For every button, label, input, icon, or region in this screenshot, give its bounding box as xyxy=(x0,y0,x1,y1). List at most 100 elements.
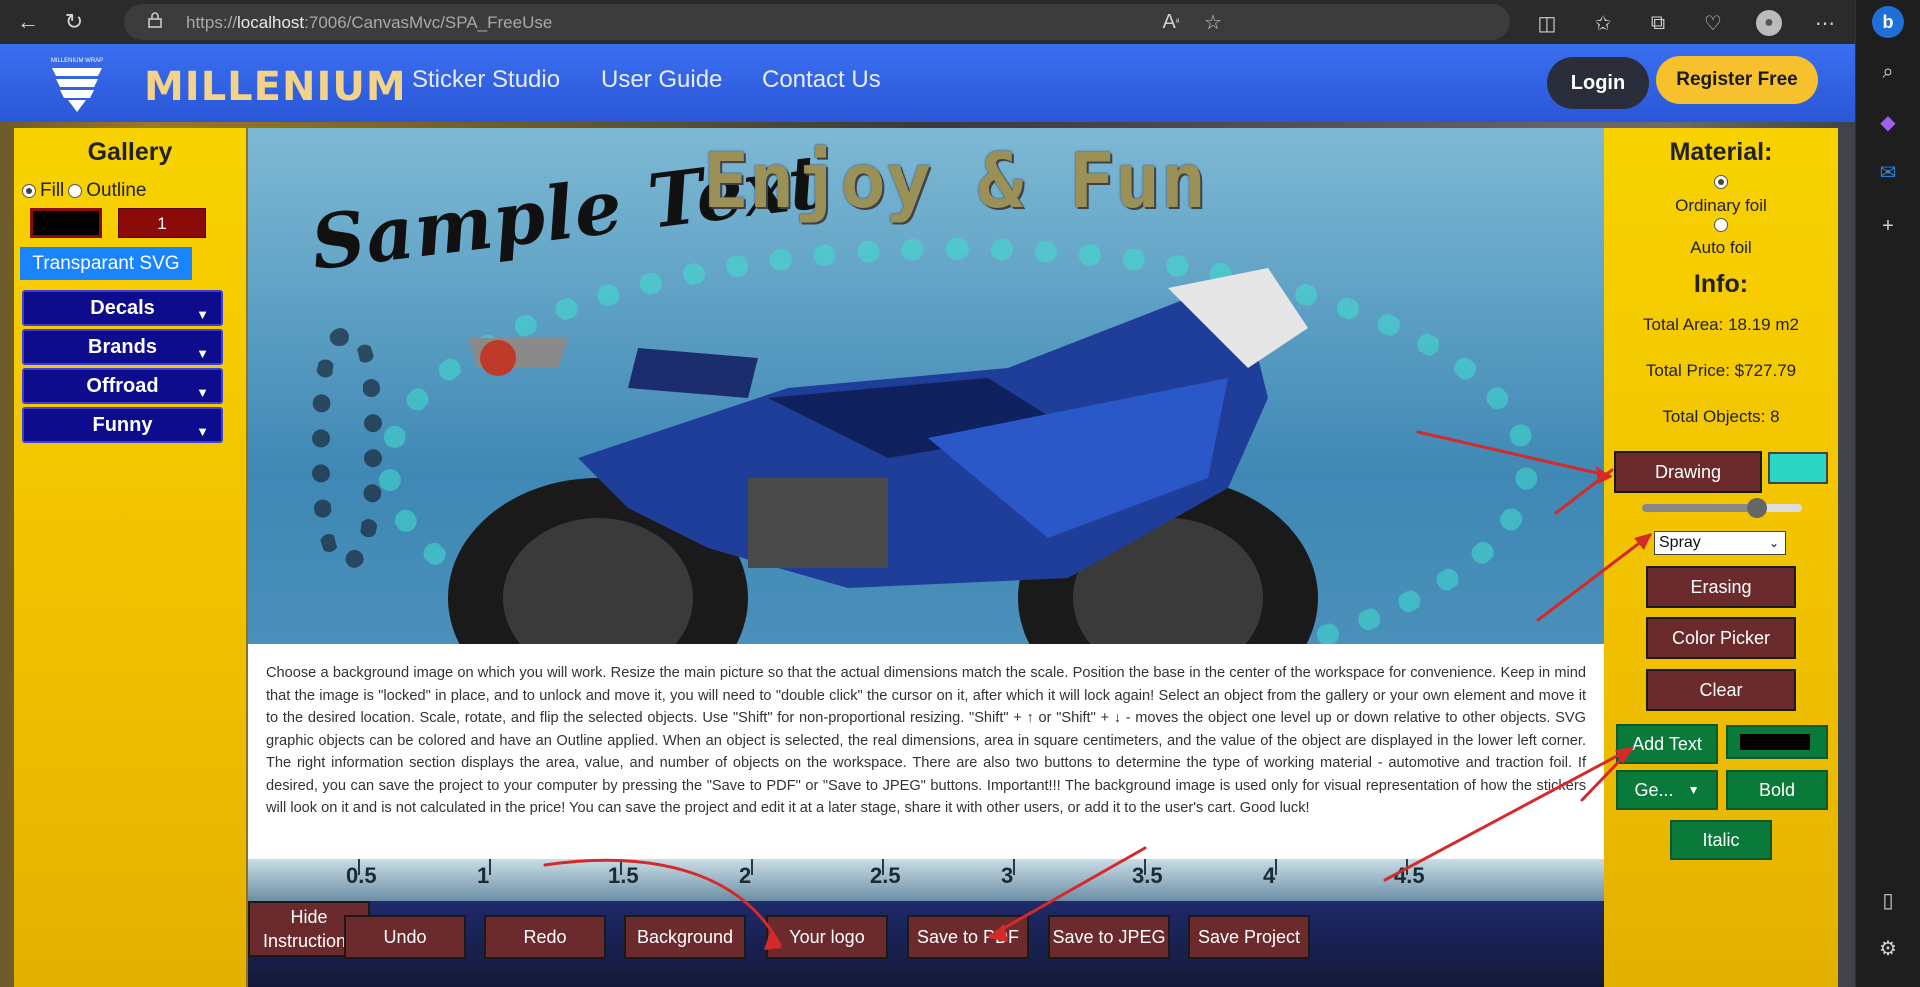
draw-color-swatch[interactable] xyxy=(1768,452,1828,484)
favorites-icon[interactable]: ✩ xyxy=(1590,10,1616,36)
more-icon[interactable]: ⋯ xyxy=(1812,10,1838,36)
ruler-tick-label: 2.5 xyxy=(870,863,901,888)
settings-icon[interactable]: ⚙ xyxy=(1872,932,1904,964)
text-color-swatch[interactable] xyxy=(1726,725,1828,759)
category-label: Funny xyxy=(92,413,153,436)
url-text: https://localhost:7006/CanvasMvc/SPA_Fre… xyxy=(186,13,553,32)
nav-sticker-studio[interactable]: Sticker Studio xyxy=(412,66,560,94)
category-label: Offroad xyxy=(86,374,159,397)
scale-ruler: 0.5 1 1.5 2 2.5 3 3.5 4 4.5 xyxy=(248,859,1604,901)
save-project-button[interactable]: Save Project xyxy=(1188,915,1310,959)
performance-icon[interactable]: ♡ xyxy=(1700,10,1726,36)
erasing-button[interactable]: Erasing xyxy=(1646,566,1796,608)
ruler-tick-label: 3 xyxy=(1001,863,1014,888)
your-logo-button[interactable]: Your logo xyxy=(766,915,888,959)
italic-button[interactable]: Italic xyxy=(1670,820,1772,860)
chevron-down-icon: ▼ xyxy=(1687,783,1700,797)
bing-icon[interactable]: b xyxy=(1872,6,1904,38)
logo-caption: MILLENIUM WRAP xyxy=(51,58,103,64)
background-button[interactable]: Background xyxy=(624,915,746,959)
outlook-icon[interactable]: ✉ xyxy=(1872,156,1904,188)
split-screen-icon[interactable]: ◫ xyxy=(1534,10,1560,36)
total-price: Total Price: $727.79 xyxy=(1645,361,1797,380)
auto-foil-radio[interactable] xyxy=(1714,218,1728,232)
slider-thumb[interactable] xyxy=(1747,498,1768,518)
add-icon[interactable]: + xyxy=(1872,210,1904,242)
slider-fill xyxy=(1642,504,1758,512)
motorcycle-image[interactable] xyxy=(368,258,1398,658)
auto-foil-label: Auto foil xyxy=(1690,238,1752,257)
category-brands[interactable]: Brands ▼ xyxy=(22,329,223,365)
profile-avatar[interactable]: ● xyxy=(1756,10,1782,36)
ruler-tick-label: 4.5 xyxy=(1394,863,1425,888)
bold-button[interactable]: Bold xyxy=(1726,770,1828,810)
info-title: Info: xyxy=(1693,270,1749,298)
brand-name[interactable]: MILLENIUM xyxy=(144,64,407,110)
drawing-button[interactable]: Drawing xyxy=(1614,451,1762,493)
favorite-star-icon[interactable]: ☆ xyxy=(1200,9,1226,35)
outline-width-input[interactable]: 1 xyxy=(118,208,206,238)
bottom-toolbar: Hide Instructions Undo Redo Background Y… xyxy=(248,901,1604,987)
transparent-svg-button[interactable]: Transparant SVG xyxy=(20,247,192,280)
browser-toolbar: ← ↻ https://localhost:7006/CanvasMvc/SPA… xyxy=(0,0,1855,44)
nav-contact-us[interactable]: Contact Us xyxy=(762,66,881,94)
category-label: Decals xyxy=(90,296,155,319)
nav-user-guide[interactable]: User Guide xyxy=(601,66,722,94)
sidebar-toggle-icon[interactable]: ▯ xyxy=(1872,884,1904,916)
category-decals[interactable]: Decals ▼ xyxy=(22,290,223,326)
lock-icon xyxy=(148,12,162,28)
ruler-tick-label: 4 xyxy=(1263,863,1276,888)
refresh-icon[interactable]: ↻ xyxy=(58,6,90,38)
undo-button[interactable]: Undo xyxy=(344,915,466,959)
color-picker-button[interactable]: Color Picker xyxy=(1646,617,1796,659)
register-button[interactable]: Register Free xyxy=(1656,56,1818,104)
ruler-tick-mark xyxy=(1406,859,1408,875)
copilot-icon[interactable]: ◆ xyxy=(1872,106,1904,138)
login-button[interactable]: Login xyxy=(1547,57,1649,109)
ruler-tick-label: 0.5 xyxy=(346,863,377,888)
ruler-tick-label: 2 xyxy=(739,863,752,888)
fill-radio[interactable] xyxy=(22,184,36,198)
category-funny[interactable]: Funny ▼ xyxy=(22,407,223,443)
brush-size-slider[interactable] xyxy=(1642,498,1802,518)
ruler-tick-mark xyxy=(1144,859,1146,875)
brush-type-value: Spray xyxy=(1659,534,1701,551)
back-icon[interactable]: ← xyxy=(12,6,44,38)
browser-sidebar: b ⌕ ◆ ✉ + ▯ ⚙ xyxy=(1855,0,1920,987)
ruler-tick-mark xyxy=(358,859,360,875)
ordinary-foil-radio[interactable] xyxy=(1714,175,1728,189)
info-panel: Material: Ordinary foil Auto foil Info: … xyxy=(1604,128,1838,987)
save-pdf-button[interactable]: Save to PDF xyxy=(907,915,1029,959)
collections-icon[interactable]: ⧉ xyxy=(1645,10,1671,36)
ruler-tick-label: 3.5 xyxy=(1132,863,1163,888)
add-text-button[interactable]: Add Text xyxy=(1616,724,1718,764)
address-bar[interactable]: https://localhost:7006/CanvasMvc/SPA_Fre… xyxy=(124,4,1510,40)
gallery-panel: Gallery Fill Outline 1 Transparant SVG D… xyxy=(14,128,246,987)
outline-radio[interactable] xyxy=(68,184,83,198)
read-aloud-icon[interactable]: Aᵃ xyxy=(1158,9,1184,35)
font-select-value: Ge... xyxy=(1634,779,1674,800)
design-canvas[interactable]: Sample Text Enjoy & Fun Choose a backgro… xyxy=(248,128,1604,901)
category-offroad[interactable]: Offroad ▼ xyxy=(22,368,223,404)
ruler-tick-mark xyxy=(620,859,622,875)
clear-button[interactable]: Clear xyxy=(1646,669,1796,711)
redo-button[interactable]: Redo xyxy=(484,915,606,959)
dropdown-arrow-icon: ▼ xyxy=(196,424,209,439)
fill-color-swatch[interactable] xyxy=(30,208,102,238)
ruler-tick-mark xyxy=(1275,859,1277,875)
dropdown-arrow-icon: ▼ xyxy=(196,307,209,322)
dropdown-arrow-icon: ▼ xyxy=(196,385,209,400)
fill-outline-options: Fill Outline xyxy=(22,180,146,202)
ruler-tick-label: 1 xyxy=(477,863,490,888)
enjoy-fun-text-object[interactable]: Enjoy & Fun xyxy=(703,136,1206,225)
category-label: Brands xyxy=(88,335,157,358)
total-objects: Total Objects: 8 xyxy=(1662,407,1780,426)
text-color-fill xyxy=(1740,734,1810,750)
brush-type-select[interactable]: Spray ⌄ xyxy=(1654,531,1786,555)
save-jpeg-button[interactable]: Save to JPEG xyxy=(1048,915,1170,959)
material-title: Material: xyxy=(1669,138,1773,166)
logo[interactable]: MILLENIUM WRAP xyxy=(48,54,106,114)
search-icon[interactable]: ⌕ xyxy=(1872,56,1904,88)
font-select[interactable]: Ge... ▼ xyxy=(1616,770,1718,810)
ruler-tick-mark xyxy=(751,859,753,875)
